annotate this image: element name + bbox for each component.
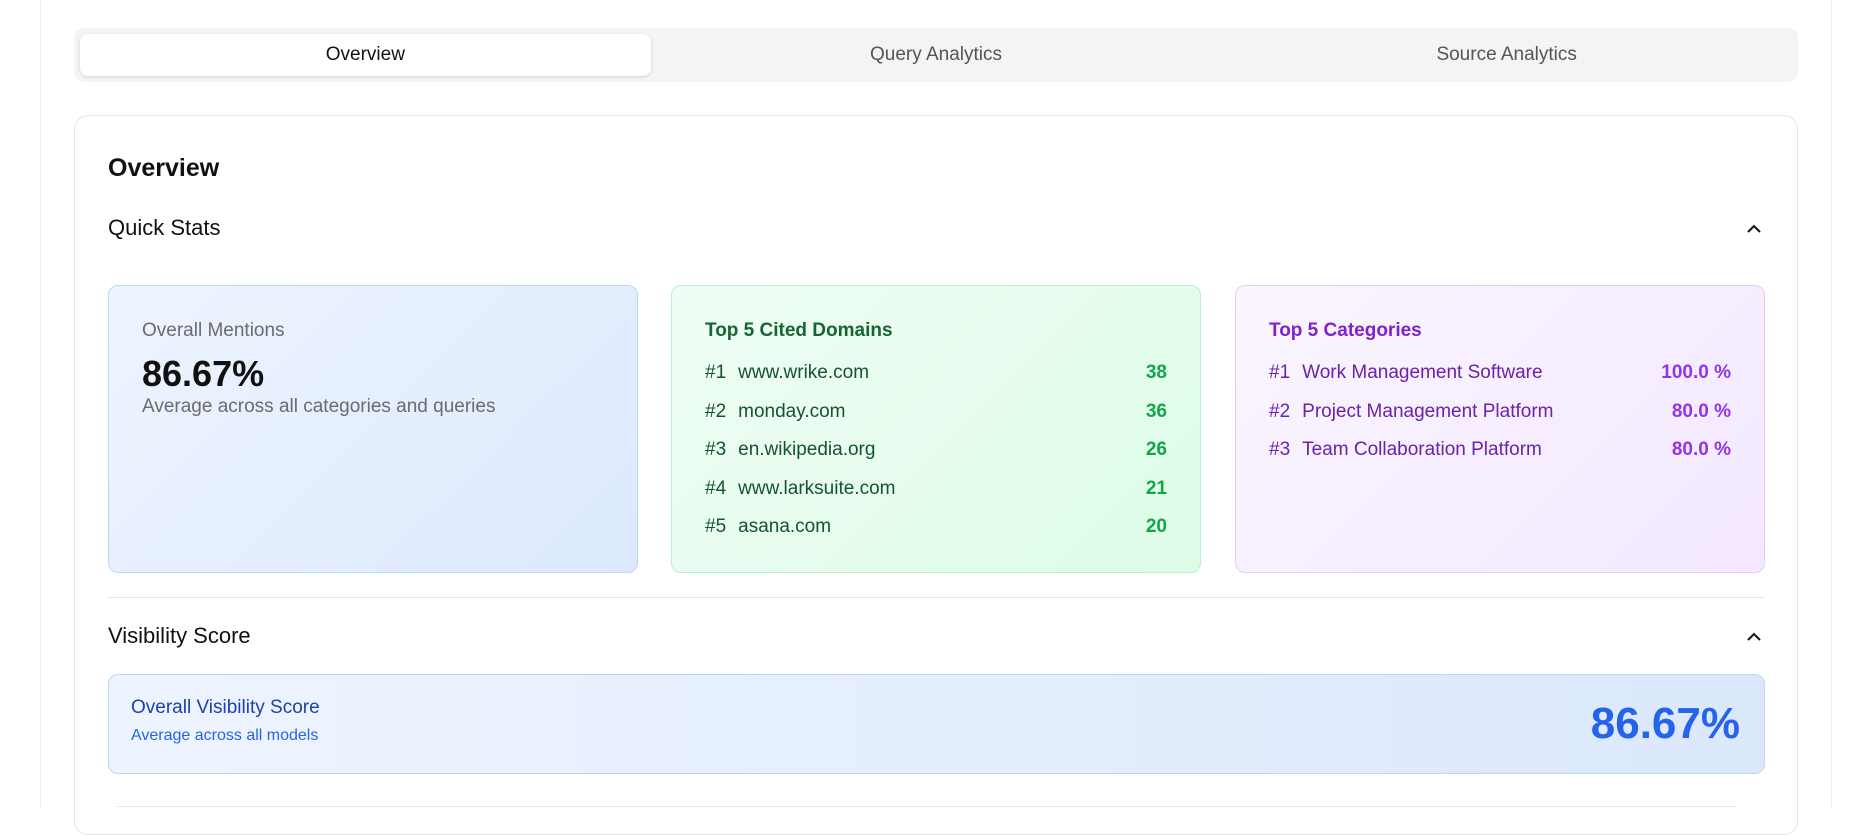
mentions-label: Overall Mentions — [142, 320, 285, 341]
tab-source-analytics[interactable]: Source Analytics — [1221, 34, 1792, 76]
overall-visibility-card: Overall Visibility Score Average across … — [108, 674, 1765, 774]
visibility-card-subtitle: Average across all models — [131, 727, 319, 744]
tab-bar: Overview Query Analytics Source Analytic… — [74, 28, 1798, 82]
domain-name: en.wikipedia.org — [738, 439, 876, 461]
category-name: Team Collaboration Platform — [1302, 439, 1542, 461]
category-list: #1 Work Management Software 100.0 % #2 Pro… — [1269, 354, 1731, 470]
domain-count: 26 — [1145, 439, 1167, 461]
category-name: Project Management Platform — [1302, 400, 1554, 422]
domain-count: 38 — [1145, 362, 1167, 384]
page-title: Overview — [108, 154, 220, 182]
overall-mentions-card: Overall Mentions 86.67% Average across a… — [108, 285, 638, 573]
chevron-up-icon[interactable] — [1743, 625, 1765, 647]
visibility-score-header[interactable]: Visibility Score — [108, 616, 1765, 656]
domain-rank: #1 — [705, 362, 727, 384]
category-rank: #1 — [1269, 362, 1291, 384]
next-section-edge — [117, 806, 1735, 807]
domain-name: asana.com — [738, 516, 832, 538]
domain-rank: #3 — [705, 439, 727, 461]
top-domains-card: Top 5 Cited Domains #1 www.wrike.com 38 #… — [671, 285, 1201, 573]
domain-row: #2 monday.com 36 — [705, 393, 1167, 432]
category-rank: #2 — [1269, 400, 1291, 422]
domain-name: www.wrike.com — [738, 362, 870, 384]
domain-row: #1 www.wrike.com 38 — [705, 354, 1167, 393]
domain-count: 20 — [1145, 516, 1167, 538]
domain-row: #3 en.wikipedia.org 26 — [705, 431, 1167, 470]
visibility-score-title: Visibility Score — [108, 623, 251, 648]
category-row: #2 Project Management Platform 80.0 % — [1269, 393, 1731, 432]
mentions-value: 86.67% — [142, 353, 265, 394]
domain-rank: #4 — [705, 477, 727, 499]
top-categories-heading: Top 5 Categories — [1269, 320, 1422, 341]
category-row: #1 Work Management Software 100.0 % — [1269, 354, 1731, 393]
domain-name: www.larksuite.com — [738, 477, 896, 499]
domain-row: #4 www.larksuite.com 21 — [705, 470, 1167, 509]
tab-overview[interactable]: Overview — [80, 34, 651, 76]
domain-list: #1 www.wrike.com 38 #2 monday.com 36 #3 en.… — [705, 354, 1167, 547]
category-percent: 100.0 % — [1661, 362, 1731, 384]
domain-count: 36 — [1145, 400, 1167, 422]
domain-rank: #2 — [705, 400, 727, 422]
category-row: #3 Team Collaboration Platform 80.0 % — [1269, 431, 1731, 470]
page-frame-right — [1831, 0, 1832, 808]
page-frame-left — [40, 0, 41, 808]
top-categories-card: Top 5 Categories #1 Work Management Softw… — [1235, 285, 1765, 573]
category-name: Work Management Software — [1302, 362, 1543, 384]
top-domains-heading: Top 5 Cited Domains — [705, 320, 893, 341]
quick-stats-title: Quick Stats — [108, 215, 221, 240]
visibility-score-value: 86.67% — [1590, 699, 1740, 748]
domain-rank: #5 — [705, 516, 727, 538]
section-divider — [108, 597, 1765, 598]
quick-stats-header[interactable]: Quick Stats — [108, 208, 1765, 248]
visibility-card-title: Overall Visibility Score — [131, 697, 320, 718]
tab-query-analytics[interactable]: Query Analytics — [651, 34, 1222, 76]
category-rank: #3 — [1269, 439, 1291, 461]
category-percent: 80.0 % — [1671, 400, 1731, 422]
category-percent: 80.0 % — [1671, 439, 1731, 461]
chevron-up-icon[interactable] — [1743, 217, 1765, 239]
domain-row: #5 asana.com 20 — [705, 508, 1167, 547]
overview-card: Overview Quick Stats Overall Mentions 86… — [74, 115, 1798, 835]
domain-name: monday.com — [738, 400, 846, 422]
domain-count: 21 — [1145, 477, 1167, 499]
mentions-subtitle: Average across all categories and querie… — [142, 396, 496, 417]
